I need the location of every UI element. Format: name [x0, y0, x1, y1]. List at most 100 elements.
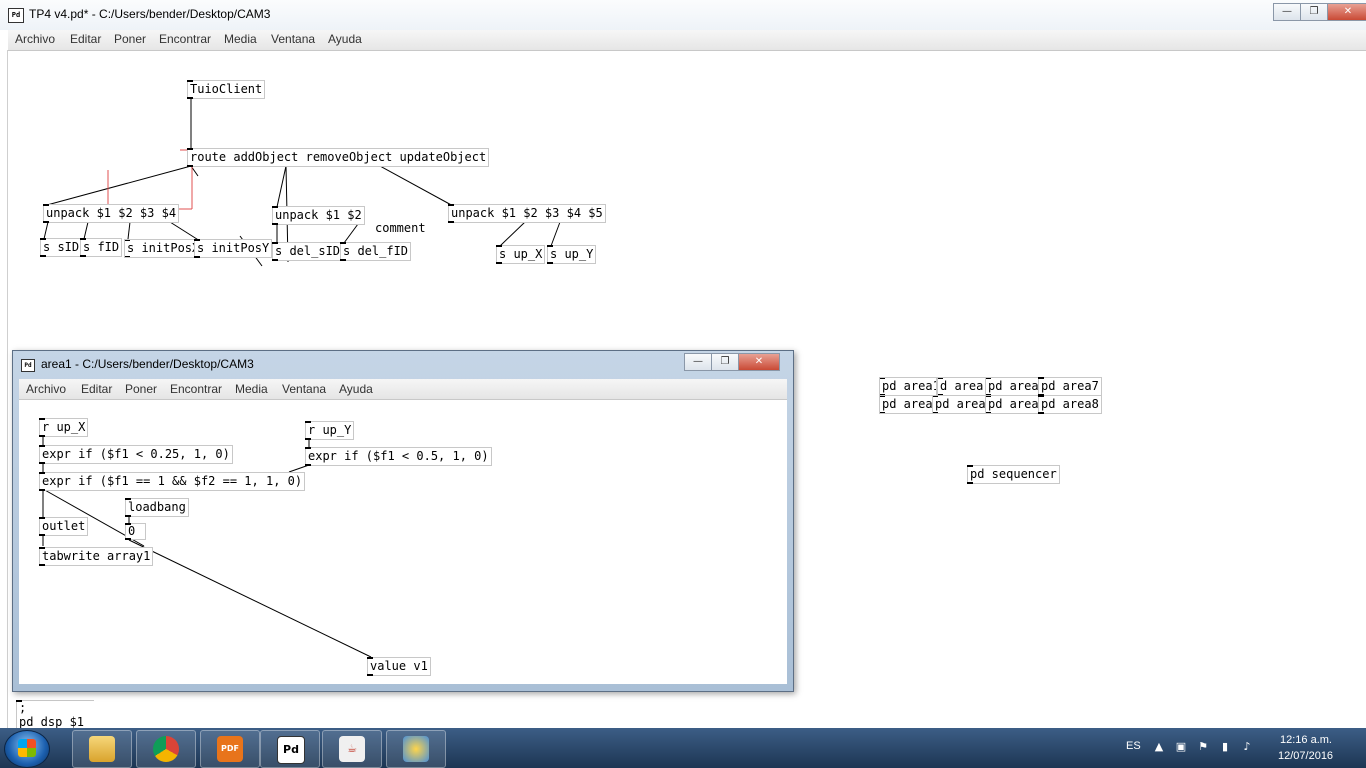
pd-area-object[interactable]: d area [937, 377, 987, 396]
inlet-port[interactable] [39, 547, 45, 549]
inlet-port[interactable] [125, 240, 130, 241]
unpack5-object[interactable]: unpack $1 $2 $3 $4 $5 [448, 204, 606, 223]
inlet-port[interactable] [496, 245, 502, 247]
tray-device-icon[interactable]: ▣ [1174, 740, 1188, 754]
inlet-port[interactable] [367, 657, 373, 659]
outlet-port[interactable] [272, 259, 278, 261]
pd-sequencer-object[interactable]: pd sequencer [967, 465, 1060, 484]
send-delsid-object[interactable]: s del_sID [272, 242, 344, 261]
outlet-port[interactable] [39, 534, 45, 536]
outlet-port[interactable] [305, 464, 311, 466]
pd-area1-object[interactable]: pd area1 [879, 377, 937, 396]
language-indicator[interactable]: ES [1126, 740, 1141, 752]
tabwrite-object[interactable]: tabwrite array1 [39, 547, 154, 566]
inlet-port[interactable] [125, 523, 131, 525]
menu-ventana[interactable]: Ventana [282, 382, 326, 396]
inlet-port[interactable] [305, 447, 311, 449]
outlet-port[interactable] [39, 462, 45, 464]
inlet-port[interactable] [272, 206, 278, 208]
outlet-port[interactable] [194, 256, 200, 258]
value-object[interactable]: value v1 [367, 657, 431, 676]
menu-ayuda[interactable]: Ayuda [339, 382, 373, 396]
show-hidden-icons-icon[interactable]: ▲ [1152, 740, 1166, 754]
outlet-port[interactable] [986, 412, 991, 413]
inlet-port[interactable] [933, 396, 938, 397]
send-sid-object[interactable]: s sID [40, 238, 83, 257]
outlet-port[interactable] [125, 256, 130, 257]
send-initposy-object[interactable]: s initPosY [194, 239, 273, 258]
outlet-port[interactable] [272, 223, 278, 225]
zero-message-box[interactable]: 0 [125, 523, 147, 540]
pd-area-object[interactable]: pd area [985, 377, 1041, 396]
tray-flag-icon[interactable]: ⚑ [1196, 740, 1210, 754]
outlet-port[interactable] [80, 255, 86, 257]
outlet-port[interactable] [1038, 412, 1044, 414]
taskbar-app-pure-data[interactable]: Pd [260, 730, 320, 768]
close-button[interactable]: ✕ [738, 353, 780, 371]
pd-area-object[interactable]: pd area [985, 395, 1041, 414]
inlet-port[interactable] [448, 204, 454, 206]
inlet-port[interactable] [80, 238, 86, 240]
send-upx-object[interactable]: s up_X [496, 245, 546, 264]
inlet-port[interactable] [1038, 395, 1044, 397]
inlet-port[interactable] [125, 498, 131, 500]
taskbar-app-pdf[interactable]: PDF [200, 730, 260, 768]
outlet-object[interactable]: outlet [39, 517, 89, 536]
unpack2-object[interactable]: unpack $1 $2 [272, 206, 365, 225]
inlet-port[interactable] [39, 418, 45, 420]
start-button[interactable] [4, 730, 50, 768]
minimize-button[interactable]: — [684, 353, 712, 371]
inlet-port[interactable] [272, 242, 278, 244]
inlet-port[interactable] [40, 238, 46, 240]
outlet-port[interactable] [125, 538, 131, 540]
receive-upy-object[interactable]: r up_Y [305, 421, 355, 440]
dsp-message-box[interactable]: ; pd dsp $1 [16, 700, 95, 730]
send-upy-object[interactable]: s up_Y [547, 245, 597, 264]
pd-area8-object[interactable]: pd area8 [1038, 395, 1102, 414]
outlet-port[interactable] [340, 259, 346, 261]
unpack4-object[interactable]: unpack $1 $2 $3 $4 [43, 204, 180, 223]
maximize-button[interactable]: ❐ [711, 353, 739, 371]
route-object[interactable]: route addObject removeObject updateObjec… [187, 148, 490, 167]
outlet-port[interactable] [187, 165, 193, 167]
inlet-port[interactable] [187, 148, 193, 150]
inlet-port[interactable] [880, 378, 885, 379]
pd-area7-object[interactable]: pd area7 [1038, 377, 1102, 396]
receive-upx-object[interactable]: r up_X [39, 418, 89, 437]
taskbar-app-file-explorer[interactable] [72, 730, 132, 768]
expr-and-object[interactable]: expr if ($f1 == 1 && $f2 == 1, 1, 0) [39, 472, 306, 491]
menu-media[interactable]: Media [235, 382, 268, 396]
menu-archivo[interactable]: Archivo [26, 382, 66, 396]
inlet-port[interactable] [39, 517, 45, 519]
inlet-port[interactable] [1038, 377, 1044, 379]
outlet-port[interactable] [43, 221, 49, 223]
inlet-port[interactable] [880, 396, 885, 397]
inlet-port[interactable] [986, 378, 991, 379]
clock-time[interactable]: 12:16 a.m. [1280, 734, 1332, 746]
send-initposx-object[interactable]: s initPosX [124, 239, 196, 258]
inlet-port[interactable] [39, 472, 45, 474]
outlet-port[interactable] [367, 674, 373, 676]
inlet-port[interactable] [39, 445, 45, 447]
taskbar-app-java[interactable]: ☕ [322, 730, 382, 768]
inlet-port[interactable] [194, 239, 200, 241]
inlet-port[interactable] [547, 245, 553, 247]
outlet-port[interactable] [39, 564, 45, 566]
taskbar-app-paint[interactable] [386, 730, 446, 768]
comment-text[interactable]: comment [375, 221, 426, 235]
inlet-port[interactable] [305, 421, 311, 423]
clock-date[interactable]: 12/07/2016 [1278, 750, 1333, 762]
outlet-port[interactable] [496, 262, 502, 264]
volume-icon[interactable]: ♪ [1240, 740, 1254, 754]
inlet-port[interactable] [986, 396, 991, 397]
menu-editar[interactable]: Editar [81, 382, 112, 396]
outlet-port[interactable] [880, 412, 885, 413]
outlet-port[interactable] [448, 221, 454, 223]
pd-area-object[interactable]: pd area [879, 395, 937, 414]
send-delfid-object[interactable]: s del_fID [340, 242, 412, 261]
inlet-port[interactable] [967, 465, 973, 467]
loadbang-object[interactable]: loadbang [125, 498, 189, 517]
outlet-port[interactable] [187, 97, 193, 99]
inlet-port[interactable] [938, 378, 943, 379]
taskbar-app-chrome[interactable] [136, 730, 196, 768]
